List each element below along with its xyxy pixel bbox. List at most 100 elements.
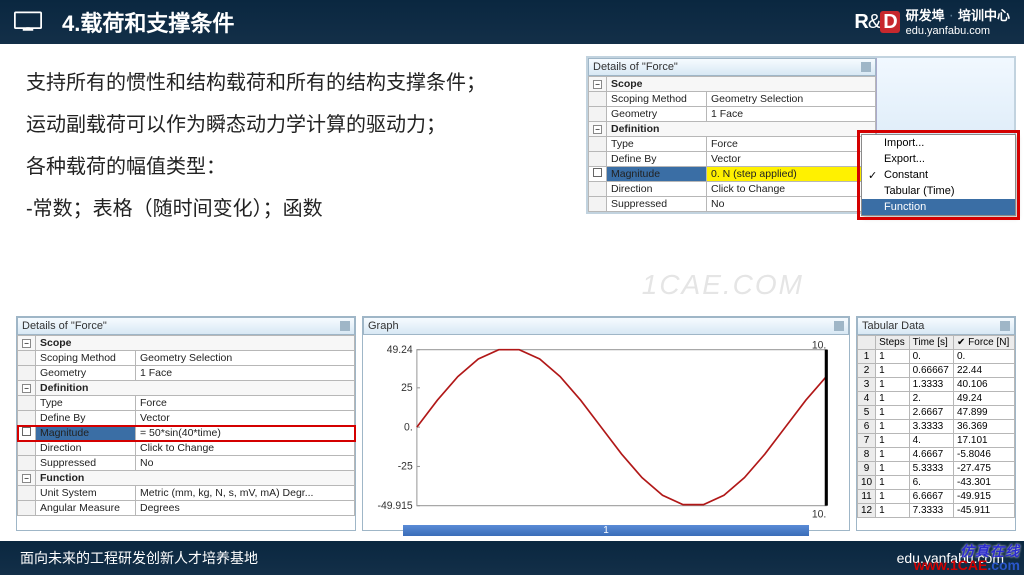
table-row[interactable]: 512.666747.899 (858, 406, 1015, 420)
prop-value[interactable]: No (707, 197, 876, 212)
prop-value[interactable]: Geometry Selection (136, 351, 355, 366)
table-cell: 12 (858, 504, 876, 518)
menu-item-function[interactable]: Function (862, 199, 1015, 215)
slide-title: 4.载荷和支撑条件 (62, 6, 234, 38)
prop-value-magnitude[interactable]: = 50*sin(40*time) (136, 426, 355, 441)
lower-details-panel: Details of "Force" −Scope Scoping Method… (16, 316, 356, 531)
table-cell: 1 (858, 350, 876, 364)
table-cell: 4 (858, 392, 876, 406)
table-row[interactable]: 311.333340.106 (858, 378, 1015, 392)
prop-key: Scoping Method (36, 351, 136, 366)
table-cell: 5.3333 (909, 462, 953, 476)
table-cell: 6 (858, 420, 876, 434)
upper-properties-table: −Scope Scoping MethodGeometry Selection … (588, 76, 876, 212)
table-column-header[interactable]: ✔ Force [N] (954, 336, 1015, 350)
table-cell: 1.3333 (909, 378, 953, 392)
table-column-header[interactable] (858, 336, 876, 350)
table-row[interactable]: 915.3333-27.475 (858, 462, 1015, 476)
footer-left: 面向未来的工程研发创新人才培养基地 (20, 548, 258, 568)
table-cell: 2 (858, 364, 876, 378)
panel-title-bar[interactable]: Details of "Force" (17, 317, 355, 335)
table-row[interactable]: 412.49.24 (858, 392, 1015, 406)
prop-value[interactable]: Vector (707, 152, 876, 167)
prop-value[interactable]: Force (707, 137, 876, 152)
prop-value[interactable]: Click to Change (136, 441, 355, 456)
panel-title-text: Graph (368, 320, 399, 332)
svg-text:0.: 0. (404, 421, 413, 433)
table-column-header[interactable]: Time [s] (909, 336, 953, 350)
panel-title-bar[interactable]: Graph (363, 317, 849, 335)
table-row[interactable]: 814.6667-5.8046 (858, 448, 1015, 462)
table-cell: 36.369 (954, 420, 1015, 434)
graph-time-slider[interactable]: 1 (403, 525, 809, 536)
table-cell: 4. (909, 434, 953, 448)
panel-title-text: Details of "Force" (593, 61, 678, 73)
tabular-data-table[interactable]: StepsTime [s]✔ Force [N] 110.0.210.66667… (857, 335, 1015, 518)
table-cell: 49.24 (954, 392, 1015, 406)
table-row[interactable]: 110.0. (858, 350, 1015, 364)
prop-value[interactable]: Geometry Selection (707, 92, 876, 107)
prop-key: Suppressed (607, 197, 707, 212)
prop-key: Type (36, 396, 136, 411)
rd-logo: R&D (854, 11, 899, 34)
panel-pin-icon[interactable] (1000, 321, 1010, 331)
prop-value[interactable]: 1 Face (136, 366, 355, 381)
table-row[interactable]: 210.6666722.44 (858, 364, 1015, 378)
menu-item-tabular[interactable]: Tabular (Time) (862, 183, 1015, 199)
table-row[interactable]: 1217.3333-45.911 (858, 504, 1015, 518)
prop-key: Scoping Method (607, 92, 707, 107)
prop-key: Angular Measure (36, 501, 136, 516)
panel-pin-icon[interactable] (861, 62, 871, 72)
svg-text:49.24: 49.24 (387, 344, 413, 356)
menu-item-constant[interactable]: Constant (862, 167, 1015, 183)
tabular-data-panel: Tabular Data StepsTime [s]✔ Force [N] 11… (856, 316, 1016, 531)
graph-canvas[interactable]: -49.915-250.2549.2410.10. (367, 339, 845, 521)
slide-header: 4.载荷和支撑条件 R&D 研发埠 · 培训中心 edu.yanfabu.com (0, 0, 1024, 44)
prop-value[interactable]: No (136, 456, 355, 471)
watermark-tld: .com (987, 557, 1020, 573)
group-header[interactable]: Definition (36, 381, 355, 396)
brand-name-cn: 研发埠 (906, 9, 945, 22)
table-cell: 1 (876, 476, 910, 490)
group-header[interactable]: Function (36, 471, 355, 486)
svg-text:25: 25 (401, 382, 413, 394)
table-cell: 1 (876, 490, 910, 504)
prop-value[interactable]: 1 Face (707, 107, 876, 122)
panel-title-bar[interactable]: Details of "Force" (588, 58, 876, 76)
table-row[interactable]: 1116.6667-49.915 (858, 490, 1015, 504)
table-cell: 3 (858, 378, 876, 392)
table-cell: 7.3333 (909, 504, 953, 518)
table-cell: 1 (876, 350, 910, 364)
table-cell: 1 (876, 364, 910, 378)
brand-sub: 培训中心 (958, 9, 1010, 22)
prop-value[interactable]: Click to Change (707, 182, 876, 197)
prop-value[interactable]: Metric (mm, kg, N, s, mV, mA) Degr... (136, 486, 355, 501)
table-cell: 2.6667 (909, 406, 953, 420)
panel-title-bar[interactable]: Tabular Data (857, 317, 1015, 335)
table-cell: 10 (858, 476, 876, 490)
watermark-domain: www.1CAE (914, 557, 987, 573)
intro-line: 运动副载荷可以作为瞬态动力学计算的驱动力； (26, 106, 546, 144)
slide-body-text: 支持所有的惯性和结构载荷和所有的结构支撑条件； 运动副载荷可以作为瞬态动力学计算… (26, 64, 546, 232)
prop-value[interactable]: Force (136, 396, 355, 411)
prop-key: Geometry (36, 366, 136, 381)
group-header[interactable]: Definition (607, 122, 876, 137)
lower-properties-table: −Scope Scoping MethodGeometry Selection … (17, 335, 355, 516)
table-column-header[interactable]: Steps (876, 336, 910, 350)
table-cell: 47.899 (954, 406, 1015, 420)
menu-item-import[interactable]: Import... (862, 135, 1015, 151)
table-row[interactable]: 714.17.101 (858, 434, 1015, 448)
prop-value[interactable]: Vector (136, 411, 355, 426)
table-row[interactable]: 613.333336.369 (858, 420, 1015, 434)
table-cell: 40.106 (954, 378, 1015, 392)
prop-value-magnitude[interactable]: 0. N (step applied) (707, 167, 876, 182)
prop-value[interactable]: Degrees (136, 501, 355, 516)
menu-item-export[interactable]: Export... (862, 151, 1015, 167)
group-header[interactable]: Scope (607, 77, 876, 92)
table-cell: 1 (876, 378, 910, 392)
table-row[interactable]: 1016.-43.301 (858, 476, 1015, 490)
panel-pin-icon[interactable] (340, 321, 350, 331)
panel-pin-icon[interactable] (834, 321, 844, 331)
prop-key-magnitude: Magnitude (607, 167, 707, 182)
group-header[interactable]: Scope (36, 336, 355, 351)
